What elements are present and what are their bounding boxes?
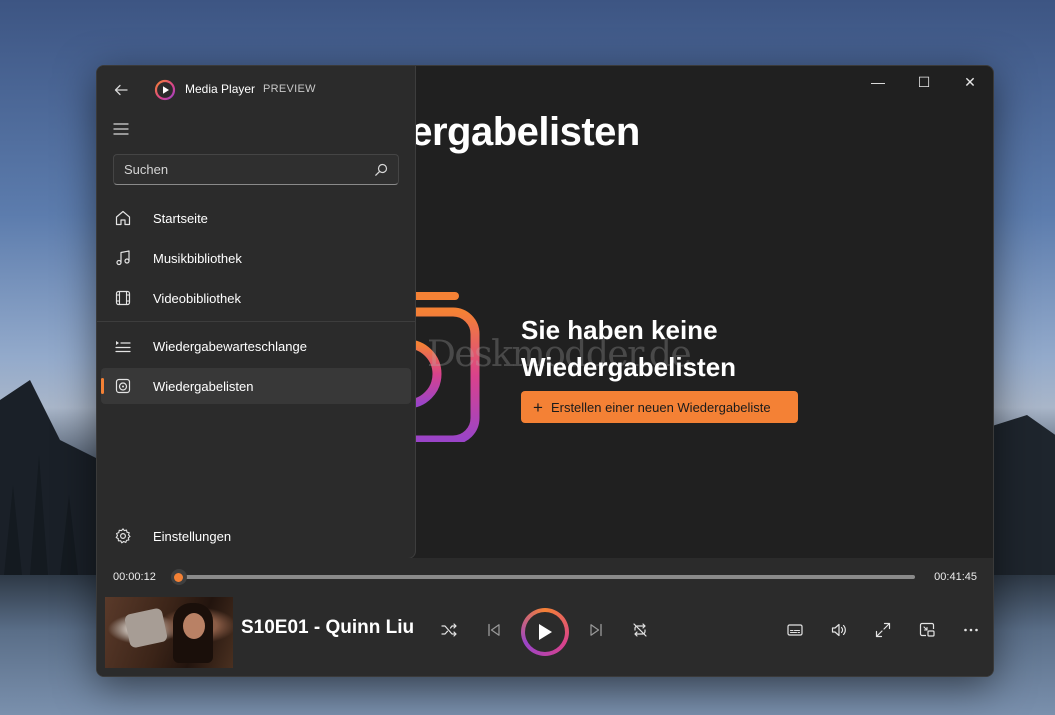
more-options-button[interactable]	[957, 616, 985, 644]
queue-icon	[113, 336, 133, 356]
maximize-button[interactable]: ☐	[901, 66, 947, 98]
media-player-window: — ☐ ✕ Wiedergabelisten Deskmodder.de Sie…	[96, 65, 994, 677]
hamburger-menu-icon[interactable]	[111, 119, 131, 139]
playback-bar: 00:00:12 00:41:45 S10E01 - Quinn Liu	[97, 558, 993, 676]
close-button[interactable]: ✕	[947, 66, 993, 98]
sidebar-item-wiedergabewarteschlange[interactable]: Wiedergabewarteschlange	[101, 328, 411, 364]
home-icon	[113, 208, 133, 228]
fullscreen-button[interactable]	[869, 616, 897, 644]
sidebar-item-label: Videobibliothek	[153, 290, 241, 306]
shuffle-icon	[441, 623, 457, 637]
caption-buttons: — ☐ ✕	[855, 66, 993, 98]
now-playing-title[interactable]: S10E01 - Quinn Liu	[241, 617, 414, 639]
sidebar-item-videobibliothek[interactable]: Videobibliothek	[101, 280, 411, 316]
repeat-button[interactable]	[626, 616, 654, 644]
sidebar-item-label: Wiedergabelisten	[153, 378, 254, 394]
volume-button[interactable]	[825, 616, 853, 644]
next-button[interactable]	[582, 616, 610, 644]
seek-slider[interactable]	[170, 569, 915, 585]
app-name: Media Player	[185, 82, 256, 96]
sidebar-item-label: Wiedergabewarteschlange	[153, 338, 307, 354]
total-duration: 00:41:45	[934, 571, 977, 583]
volume-icon	[831, 623, 846, 637]
film-icon	[113, 288, 133, 308]
desktop-tree	[60, 495, 78, 575]
arrow-left-icon	[114, 84, 128, 96]
sidebar-item-einstellungen[interactable]: Einstellungen	[101, 518, 411, 554]
play-icon	[539, 624, 552, 640]
desktop-tree	[4, 485, 22, 575]
sidebar-item-startseite[interactable]: Startseite	[101, 200, 411, 236]
fullscreen-icon	[875, 622, 891, 638]
play-button[interactable]	[521, 608, 569, 656]
skip-previous-icon	[488, 623, 500, 637]
create-playlist-button[interactable]: + Erstellen einer neuen Wiedergabeliste	[521, 391, 798, 423]
search-box[interactable]: Suchen	[113, 154, 399, 185]
desktop-tree	[30, 455, 48, 575]
captions-button[interactable]	[781, 616, 809, 644]
navigation-pane: Media Player PREVIEW Suchen Startseite M…	[97, 66, 416, 559]
desktop-hills-right	[985, 415, 1055, 580]
mini-player-icon	[919, 622, 935, 637]
search-icon[interactable]	[374, 163, 388, 177]
media-player-logo-icon	[154, 79, 176, 101]
create-playlist-label: Erstellen einer neuen Wiedergabeliste	[550, 399, 771, 415]
plus-icon: +	[533, 397, 543, 417]
shuffle-button[interactable]	[435, 616, 463, 644]
seek-slider-thumb[interactable]	[170, 569, 187, 585]
now-playing-thumbnail[interactable]	[105, 597, 233, 668]
preview-badge: PREVIEW	[263, 83, 316, 95]
music-note-icon	[113, 248, 133, 268]
nav-divider	[97, 321, 415, 322]
mini-player-button[interactable]	[913, 616, 941, 644]
sidebar-item-wiedergabelisten[interactable]: Wiedergabelisten	[101, 368, 411, 404]
previous-button[interactable]	[480, 616, 508, 644]
repeat-off-icon	[633, 623, 647, 637]
search-input[interactable]: Suchen	[124, 162, 374, 177]
playlist-icon	[113, 376, 133, 396]
sidebar-item-label: Einstellungen	[153, 528, 232, 544]
empty-state-title: Sie haben keine Wiedergabelisten	[521, 315, 737, 382]
back-button[interactable]	[109, 78, 133, 102]
gear-icon	[113, 526, 133, 546]
minimize-button[interactable]: —	[855, 66, 901, 98]
sidebar-item-label: Startseite	[153, 210, 208, 226]
captions-icon	[787, 624, 803, 636]
sidebar-item-label: Musikbibliothek	[153, 250, 242, 266]
sidebar-item-musikbibliothek[interactable]: Musikbibliothek	[101, 240, 411, 276]
elapsed-time: 00:00:12	[113, 571, 156, 583]
skip-next-icon	[590, 623, 602, 637]
more-dots-icon	[964, 628, 978, 632]
